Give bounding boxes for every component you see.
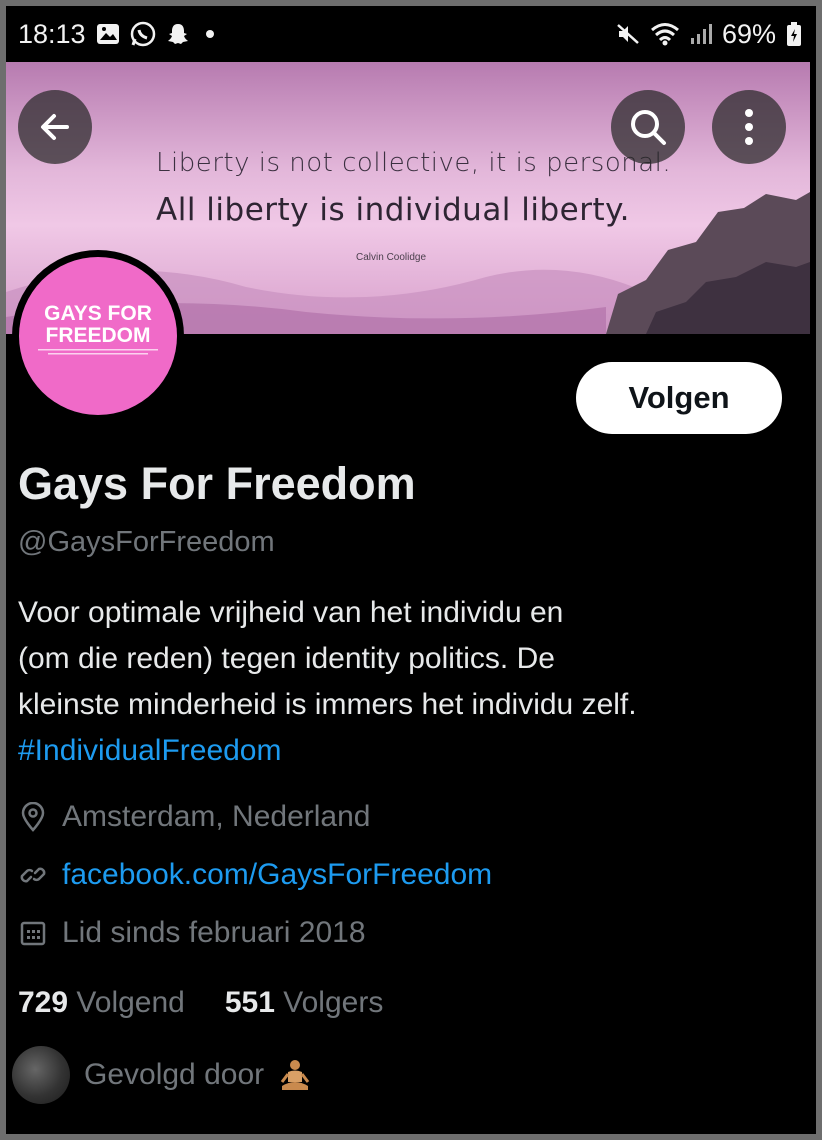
- more-options-button[interactable]: [712, 90, 786, 164]
- bio-line: kleinste minderheid is immers het indivi…: [18, 688, 637, 721]
- snapchat-icon: [166, 22, 190, 46]
- link-icon: [18, 860, 48, 890]
- whatsapp-icon: [130, 21, 156, 47]
- location-row: Amsterdam, Nederland: [18, 800, 370, 834]
- gallery-icon: [96, 23, 120, 45]
- banner-quote-line1: Liberty is not collective, it is persona…: [156, 148, 672, 178]
- avatar-logo: GAYS FOR FREEDOM: [19, 257, 177, 415]
- status-bar-left: 18:13: [18, 19, 214, 50]
- status-bar: 18:13 69%: [6, 6, 816, 62]
- mute-icon: [616, 22, 640, 46]
- search-button[interactable]: [611, 90, 685, 164]
- followers-count[interactable]: 551 Volgers: [225, 986, 383, 1020]
- back-button[interactable]: [18, 90, 92, 164]
- follow-button[interactable]: Volgen: [576, 362, 782, 434]
- follower-avatar: [12, 1046, 70, 1104]
- followers-number: 551: [224, 986, 275, 1019]
- following-count[interactable]: 729 Volgend: [18, 986, 185, 1020]
- followed-by-row[interactable]: Gevolgd door: [12, 1046, 312, 1104]
- website-link[interactable]: facebook.com/GaysForFreedom: [62, 858, 492, 892]
- wifi-icon: [650, 22, 680, 46]
- battery-percent: 69%: [721, 18, 776, 49]
- meditating-person-emoji-icon: [278, 1058, 312, 1092]
- banner-quote-line2: All liberty is individual liberty.: [156, 192, 630, 228]
- arrow-left-icon: [41, 114, 69, 140]
- avatar-logo-line1: GAYS FOR: [44, 302, 152, 325]
- status-bar-right: 69%: [616, 19, 802, 50]
- joined-text: Lid sinds februari 2018: [62, 916, 366, 949]
- profile-handle: @GaysForFreedom: [18, 526, 275, 558]
- bio-hashtag-link[interactable]: #IndividualFreedom: [18, 728, 788, 774]
- battery-icon: [786, 21, 802, 47]
- followed-by-label: Gevolgd door: [84, 1058, 265, 1091]
- following-label: Volgend: [76, 986, 185, 1019]
- followers-label: Volgers: [283, 986, 384, 1019]
- avatar-small-print: [38, 349, 158, 355]
- location-pin-icon: [18, 802, 48, 832]
- search-icon: [631, 110, 666, 145]
- following-number: 729: [18, 986, 69, 1019]
- profile-avatar[interactable]: GAYS FOR FREEDOM: [12, 250, 184, 422]
- joined-row: Lid sinds februari 2018: [18, 916, 366, 950]
- more-vertical-icon: [745, 109, 753, 145]
- signal-icon: [690, 23, 712, 45]
- banner-quote-author: Calvin Coolidge: [356, 252, 427, 263]
- screen: 18:13 69% Liberty is not collective, it …: [6, 6, 816, 1134]
- notification-dot: [205, 30, 214, 38]
- bio-line: (om die reden) tegen identity politics. …: [18, 642, 555, 675]
- website-row: facebook.com/GaysForFreedom: [18, 858, 492, 892]
- avatar-logo-line2: FREEDOM: [45, 324, 151, 347]
- bio-line: Voor optimale vrijheid van het individu …: [18, 596, 564, 629]
- profile-name: Gays For Freedom: [18, 458, 416, 509]
- status-time: 18:13: [18, 18, 86, 49]
- calendar-icon: [18, 918, 48, 948]
- follow-counts: 729 Volgend 551 Volgers: [18, 986, 383, 1020]
- profile-bio: Voor optimale vrijheid van het individu …: [18, 590, 788, 774]
- location-text: Amsterdam, Nederland: [62, 800, 371, 833]
- phone-frame: 18:13 69% Liberty is not collective, it …: [0, 0, 822, 1140]
